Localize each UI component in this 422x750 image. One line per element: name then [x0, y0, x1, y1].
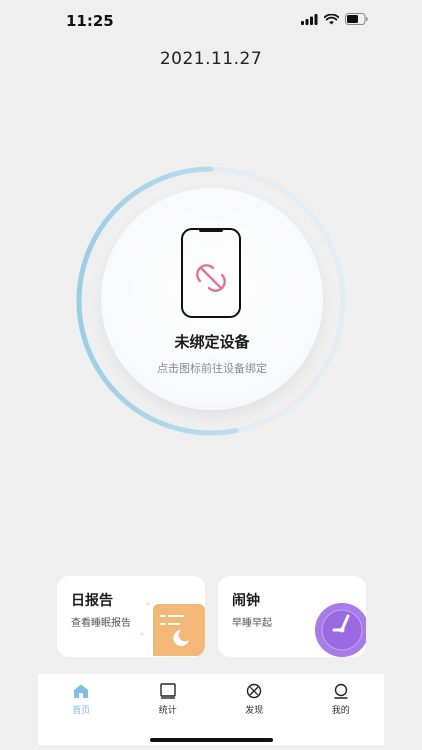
device-status-title: 未绑定设备: [174, 333, 250, 351]
tab-home[interactable]: 首页: [38, 674, 125, 745]
tab-profile[interactable]: 我的: [298, 674, 385, 745]
device-status-subtitle: 点击图标前往设备绑定: [157, 362, 267, 375]
home-icon: [74, 684, 89, 698]
bind-device-button[interactable]: [101, 188, 323, 410]
alarm-card[interactable]: 闹钟 早睡早起: [218, 576, 366, 657]
alarm-title: 闹钟: [232, 593, 260, 609]
wifi-icon: [324, 13, 339, 24]
svg-text:+: +: [139, 630, 145, 638]
status-bar: 11:25: [0, 0, 422, 42]
home-indicator[interactable]: [150, 738, 273, 742]
tab-discover[interactable]: 发现: [211, 674, 298, 745]
svg-text:+: +: [145, 600, 151, 608]
daily-report-subtitle: 查看睡眠报告: [71, 618, 131, 629]
alarm-subtitle: 早睡早起: [232, 618, 272, 629]
date-title: 2021.11.27: [159, 49, 263, 69]
status-icons: [301, 13, 368, 25]
daily-report-card[interactable]: 日报告 查看睡眠报告 + +: [57, 576, 205, 657]
status-time: 11:25: [66, 12, 114, 30]
tab-stats[interactable]: 统计: [125, 674, 212, 745]
profile-icon: [334, 683, 348, 699]
report-moon-icon: + +: [139, 600, 205, 656]
tab-profile-label: 我的: [331, 706, 350, 716]
daily-report-title: 日报告: [71, 593, 113, 609]
tab-stats-label: 统计: [158, 706, 177, 716]
discover-icon: [247, 683, 262, 699]
tab-discover-label: 发现: [245, 706, 264, 716]
tab-bar: 首页 统计 发现 我的: [38, 674, 384, 745]
tab-home-label: 首页: [72, 706, 91, 716]
battery-icon: [345, 13, 368, 25]
phone-unlinked-icon: [181, 228, 241, 318]
alarm-clock-icon: [315, 603, 366, 657]
signal-icon: [301, 13, 318, 25]
stats-icon: [160, 683, 176, 699]
